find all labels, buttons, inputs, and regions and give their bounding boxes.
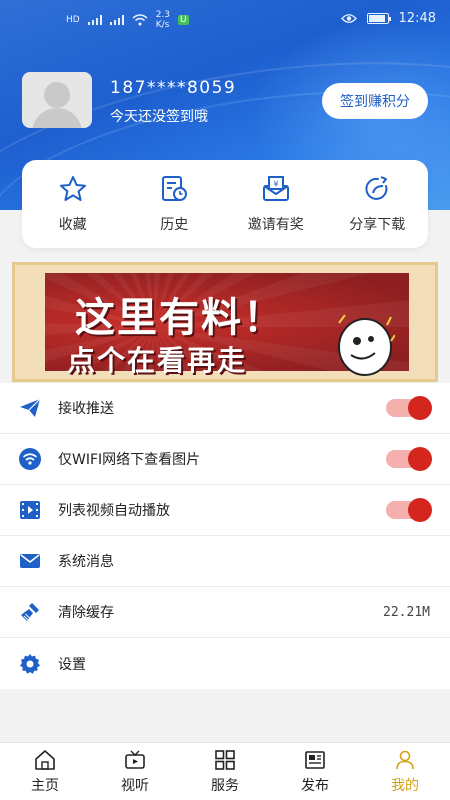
signin-note: 今天还没签到哦 [110,109,208,125]
nav-home[interactable]: 主页 [0,743,90,800]
svg-text:¥: ¥ [273,180,278,189]
nav-publish[interactable]: 发布 [270,743,360,800]
wifi-icon [19,448,41,470]
setting-row-settings[interactable]: 设置 [0,638,450,689]
setting-label: 接收推送 [58,401,114,417]
history-icon [162,176,188,201]
star-icon [59,176,86,201]
setting-label: 设置 [58,656,86,673]
quick-action-label: 收藏 [58,217,87,233]
cache-size: 22.21M [383,604,430,620]
invite-gift-icon: ¥ [262,176,289,201]
banner-background: 这里有料！ 点个在看再走 [45,273,409,377]
setting-row-clear-cache[interactable]: 清除缓存 22.21M [0,587,450,638]
settings-list: 接收推送 仅WIFI网络下查看图片 列表视频自动播放 系统消息 清除缓存 22.… [0,383,450,689]
user-phone: 187****8059 [110,78,237,98]
avatar[interactable] [22,72,92,128]
signal-icon [87,15,102,25]
battery-icon [366,13,391,24]
wifi-images-toggle[interactable] [386,447,432,471]
newspaper-icon [305,751,325,769]
status-right: 12:48 [340,11,436,26]
nav-label: 视听 [121,778,149,794]
tv-icon [125,750,145,769]
autoplay-toggle[interactable] [386,498,432,522]
setting-row-wifi-images[interactable]: 仅WIFI网络下查看图片 [0,434,450,485]
quick-action-history[interactable]: 历史 [124,160,226,248]
broom-icon [21,603,39,621]
signin-button[interactable]: 签到赚积分 [322,83,428,119]
mascot-icon [338,314,395,376]
nav-label: 发布 [301,778,329,794]
bottom-nav: 主页 视听 服务 发布 我的 [0,742,450,800]
banner-headline: 这里有料！ [75,295,285,341]
push-toggle[interactable] [386,396,432,420]
setting-label: 列表视频自动播放 [58,503,170,519]
mail-icon [20,554,40,568]
promo-banner[interactable]: 这里有料！ 点个在看再走 [12,262,438,382]
wifi-status-icon [132,14,148,26]
home-icon [35,750,55,770]
net-speed: 2.3 K/s [155,10,171,30]
nav-media[interactable]: 视听 [90,743,180,800]
nav-mine[interactable]: 我的 [360,743,450,800]
setting-row-push[interactable]: 接收推送 [0,383,450,434]
grid-icon [215,750,235,770]
nav-label: 我的 [391,778,419,794]
paper-plane-icon [20,398,41,417]
quick-action-favorites[interactable]: 收藏 [22,160,124,248]
share-icon [365,176,388,200]
status-left: HD 2.3 K/s U [66,10,189,30]
clock: 12:48 [398,11,436,26]
user-icon [396,750,414,770]
setting-row-autoplay[interactable]: 列表视频自动播放 [0,485,450,536]
setting-row-messages[interactable]: 系统消息 [0,536,450,587]
quick-action-label: 分享下载 [349,217,406,233]
app-notify-icon: U [178,15,189,25]
quick-actions-card: 收藏 历史 ¥ 邀请有奖 分享下载 [22,160,428,248]
eye-icon [340,14,357,23]
banner-subline: 点个在看再走 [67,344,248,377]
nav-label: 服务 [211,778,239,794]
quick-action-label: 邀请有奖 [247,217,304,233]
signal-icon [109,15,124,25]
setting-label: 清除缓存 [58,605,114,621]
setting-label: 仅WIFI网络下查看图片 [58,452,201,468]
nav-services[interactable]: 服务 [180,743,270,800]
setting-label: 系统消息 [58,554,114,570]
quick-action-label: 历史 [160,217,189,233]
quick-action-share[interactable]: 分享下载 [327,160,429,248]
gear-icon [20,653,40,674]
nav-label: 主页 [31,778,59,794]
quick-action-invite[interactable]: ¥ 邀请有奖 [225,160,327,248]
status-bar: HD 2.3 K/s U 12:48 [0,0,450,40]
video-icon [20,501,40,519]
net-type-label: HD [66,15,80,25]
